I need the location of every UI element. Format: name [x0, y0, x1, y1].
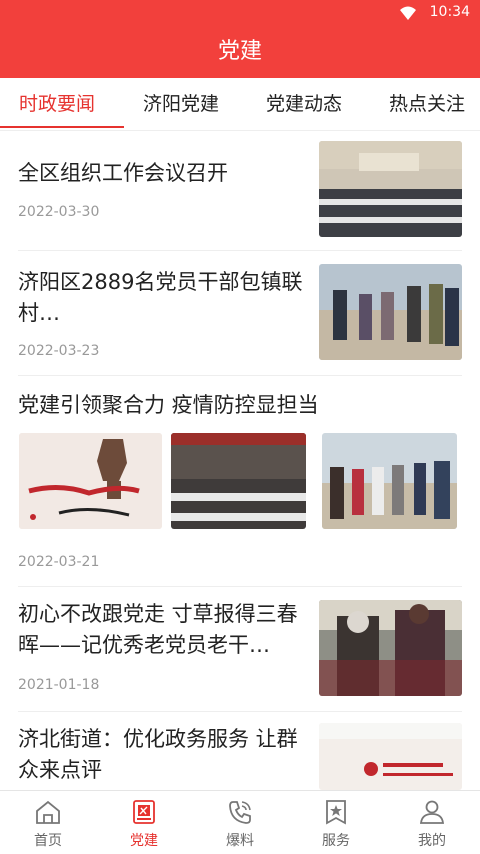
article-item[interactable]: 初心不改跟党走 寸草报得三春晖——记优秀老党员老干… 2021-01-18 [18, 599, 462, 712]
tab-redian[interactable]: 热点关注 [389, 78, 465, 130]
article-date: 2022-03-23 [18, 343, 100, 359]
wifi-icon [400, 6, 416, 20]
star-book-icon [326, 800, 346, 825]
tabbar-service-label: 服务 [322, 833, 350, 849]
article-title: 党建引领聚合力 疫情防控显担当 [18, 393, 319, 417]
tab-jiyang[interactable]: 济阳党建 [143, 78, 219, 130]
status-bar: 10:34 [0, 0, 480, 26]
article-date: 2022-03-21 [18, 554, 100, 570]
article-title: 全区组织工作会议召开 [18, 161, 228, 185]
article-image-2 [171, 433, 306, 529]
article-date: 2022-03-30 [18, 204, 100, 220]
channel-tabs: 时政要闻 济阳党建 党建动态 热点关注 [0, 78, 480, 131]
tabbar-mine[interactable]: 我的 [384, 791, 480, 854]
tabbar-home-label: 首页 [34, 833, 62, 849]
tabbar-home[interactable]: 首页 [0, 791, 96, 854]
article-image-3 [322, 433, 457, 529]
article-item[interactable]: 济阳区2889名党员干部包镇联村… 2022-03-23 [18, 263, 462, 376]
phone-icon [229, 801, 251, 824]
article-thumbnail [319, 264, 462, 360]
article-date: 2021-01-18 [18, 677, 100, 693]
bottom-tab-bar: 首页 党建 爆料 服务 我的 [0, 790, 480, 854]
active-tab-indicator [0, 126, 124, 128]
article-item[interactable]: 全区组织工作会议召开 2022-03-30 [18, 140, 462, 251]
tabbar-party[interactable]: 党建 [96, 791, 192, 854]
home-icon [36, 800, 60, 824]
tabbar-mine-label: 我的 [418, 833, 446, 849]
page-title: 党建 [0, 26, 480, 78]
tabbar-party-label: 党建 [130, 833, 158, 849]
article-item[interactable]: 党建引领聚合力 疫情防控显担当 2022-03-21 [18, 386, 462, 587]
user-icon [419, 800, 445, 824]
article-thumbnail [319, 723, 462, 790]
article-thumbnail [319, 141, 462, 237]
tabbar-report-label: 爆料 [226, 833, 254, 849]
article-image-1 [19, 433, 162, 529]
article-title: 初心不改跟党走 寸草报得三春晖——记优秀老党员老干… [18, 602, 298, 657]
article-title: 济阳区2889名党员干部包镇联村… [18, 270, 303, 325]
tab-dongtai[interactable]: 党建动态 [266, 78, 342, 130]
article-thumbnail [319, 600, 462, 696]
tabbar-report[interactable]: 爆料 [192, 791, 288, 854]
tab-shizheng[interactable]: 时政要闻 [19, 78, 95, 130]
status-time: 10:34 [429, 4, 470, 20]
party-icon [133, 800, 155, 824]
tabbar-service[interactable]: 服务 [288, 791, 384, 854]
article-title: 济北街道：优化政务服务 让群众来点评 [18, 727, 298, 782]
